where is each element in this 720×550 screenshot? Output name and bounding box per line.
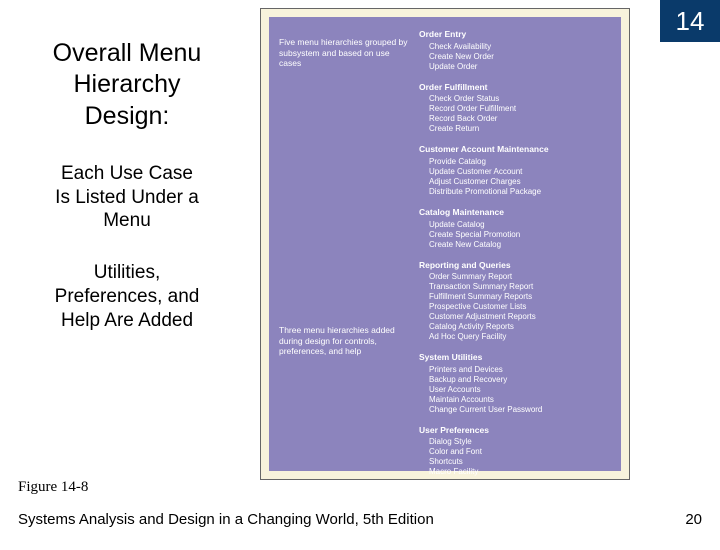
menu-heading: System Utilities — [419, 352, 609, 363]
figure-frame: Five menu hierarchies grouped by subsyst… — [260, 8, 630, 480]
menu-items: Check AvailabilityCreate New OrderUpdate… — [419, 42, 609, 72]
menu-group: Customer Account Maintenance Provide Cata… — [419, 144, 609, 197]
slide-footer: Systems Analysis and Design in a Changin… — [18, 511, 702, 528]
menu-item: Distribute Promotional Package — [429, 187, 609, 197]
menu-item: Transaction Summary Report — [429, 282, 609, 292]
figure-side-note-2: Three menu hierarchies added during desi… — [279, 325, 409, 357]
subtitle-2: Utilities, Preferences, and Help Are Add… — [18, 261, 236, 332]
menu-item: Check Availability — [429, 42, 609, 52]
subtitle-1: Each Use Case Is Listed Under a Menu — [18, 162, 236, 233]
menu-heading: Customer Account Maintenance — [419, 144, 609, 155]
subtitle-line: Utilities, — [94, 262, 161, 283]
menu-item: Customer Adjustment Reports — [429, 312, 609, 322]
menu-item: Create New Catalog — [429, 240, 609, 250]
menu-heading: Help — [419, 487, 609, 498]
menu-item: Provide Catalog — [429, 157, 609, 167]
menu-item: Order Summary Report — [429, 272, 609, 282]
menu-item: User Accounts — [429, 385, 609, 395]
menu-heading: Reporting and Queries — [419, 260, 609, 271]
subtitle-line: Each Use Case — [61, 163, 193, 184]
subtitle-line: Menu — [103, 210, 151, 231]
menu-item: Fulfillment Summary Reports — [429, 292, 609, 302]
menu-item: Update Catalog — [429, 220, 609, 230]
menu-item: Adjust Customer Charges — [429, 177, 609, 187]
menu-items: Update CatalogCreate Special PromotionCr… — [419, 220, 609, 250]
menu-items: Check Order StatusRecord Order Fulfillme… — [419, 94, 609, 134]
menu-group: Catalog MaintenanceUpdate CatalogCreate … — [419, 207, 609, 250]
menu-heading: Order Fulfillment — [419, 82, 609, 93]
title-line: Overall Menu — [53, 39, 202, 67]
menu-item: Create New Order — [429, 52, 609, 62]
menu-group: System Utilities Printers and DevicesBack… — [419, 352, 609, 415]
menu-heading: Catalog Maintenance — [419, 207, 609, 218]
menu-items: Dialog StyleColor and FontShortcutsMacro… — [419, 437, 609, 477]
menu-item: Prospective Customer Lists — [429, 302, 609, 312]
menu-item: Color and Font — [429, 447, 609, 457]
menu-items: Order Summary ReportTransaction Summary … — [419, 272, 609, 342]
menu-item: Check Order Status — [429, 94, 609, 104]
menu-group: Reporting and QueriesOrder Summary Repor… — [419, 260, 609, 343]
menu-heading: User Preferences — [419, 425, 609, 436]
subtitle-line: Is Listed Under a — [55, 187, 199, 208]
page-number: 20 — [685, 511, 702, 528]
slide-title: Overall Menu Hierarchy Design: — [18, 38, 236, 132]
title-line: Hierarchy — [74, 70, 181, 98]
menu-item: Contents and Index — [429, 500, 609, 510]
menu-item: Shortcuts — [429, 457, 609, 467]
menu-item: Record Order Fulfillment — [429, 104, 609, 114]
menu-hierarchy-list: Order EntryCheck AvailabilityCreate New … — [419, 29, 609, 550]
menu-group: Order FulfillmentCheck Order StatusRecor… — [419, 82, 609, 135]
menu-item: Create Special Promotion — [429, 230, 609, 240]
menu-item: Record Back Order — [429, 114, 609, 124]
menu-item: Macro Facility — [429, 467, 609, 477]
menu-item: About the RMO System — [429, 530, 609, 540]
menu-item: Create Return — [429, 124, 609, 134]
subtitle-line: Preferences, and — [55, 286, 200, 307]
menu-heading: Order Entry — [419, 29, 609, 40]
chapter-number-badge: 14 — [660, 0, 720, 42]
menu-group: Order Entry Check AvailabilityCreate New … — [419, 29, 609, 72]
menu-item: Update Order — [429, 62, 609, 72]
menu-item: Maintain Accounts — [429, 395, 609, 405]
figure-content: Five menu hierarchies grouped by subsyst… — [269, 17, 621, 471]
menu-item: Update Customer Account — [429, 167, 609, 177]
menu-group: User PreferencesDialog StyleColor and Fo… — [419, 425, 609, 478]
figure-side-note-1: Five menu hierarchies grouped by subsyst… — [279, 37, 409, 69]
left-text-column: Overall Menu Hierarchy Design: Each Use … — [18, 38, 236, 360]
title-line: Design: — [85, 102, 170, 130]
menu-item: Printers and Devices — [429, 365, 609, 375]
figure-label: Figure 14-8 — [18, 479, 88, 496]
menu-item: Backup and Recovery — [429, 375, 609, 385]
menu-item: Change Current User Password — [429, 405, 609, 415]
menu-items: Provide CatalogUpdate Customer AccountAd… — [419, 157, 609, 197]
menu-items: Printers and DevicesBackup and RecoveryU… — [419, 365, 609, 415]
menu-item: Catalog Activity Reports — [429, 322, 609, 332]
menu-item: Ad Hoc Query Facility — [429, 332, 609, 342]
slide: 14 Overall Menu Hierarchy Design: Each U… — [0, 0, 720, 540]
menu-item: Dialog Style — [429, 437, 609, 447]
subtitle-line: Help Are Added — [61, 310, 193, 331]
footer-text: Systems Analysis and Design in a Changin… — [18, 511, 434, 528]
